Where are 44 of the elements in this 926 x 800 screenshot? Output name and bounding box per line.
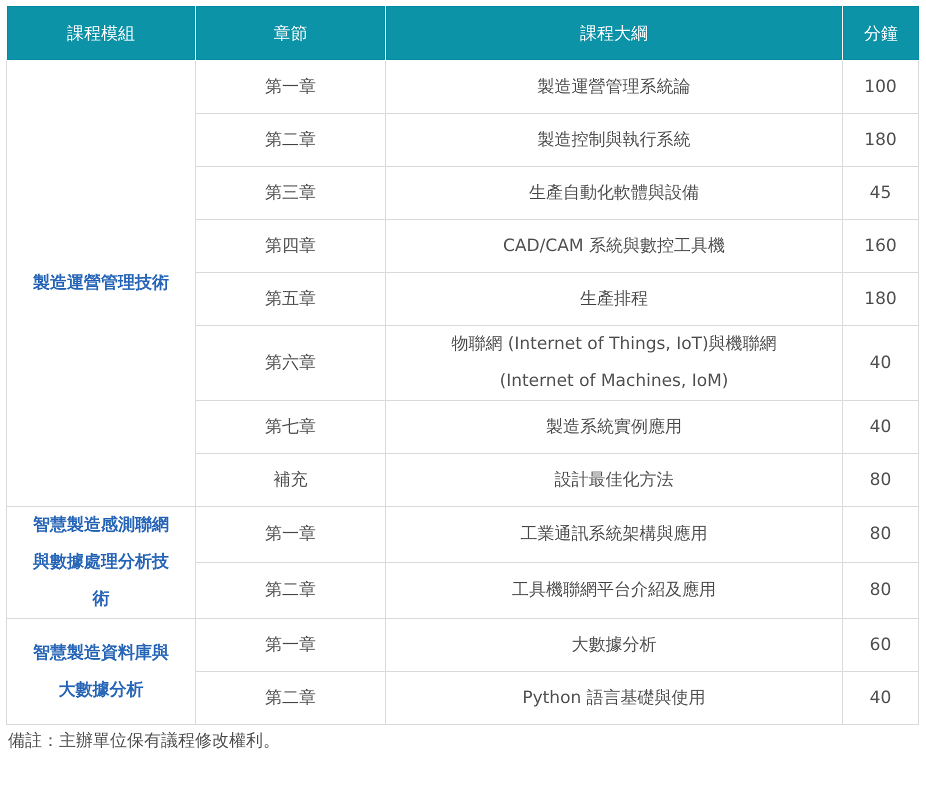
table-cell: 生產排程 [580, 288, 648, 308]
table-cell: 60 [842, 618, 918, 672]
table-cell: 第七章 [196, 400, 386, 454]
table-cell: 製造控制與執行系統 [538, 130, 690, 150]
module-name: 製造運營管理技術 [33, 273, 169, 293]
table-cell: 工具機聯網平台介紹及應用 [512, 580, 716, 600]
table-cell: 40 [842, 400, 918, 454]
table-cell: 生產自動化軟體與設備 [529, 182, 699, 202]
table-cell: 製造系統實例應用 [546, 416, 682, 436]
table-cell: 45 [842, 166, 918, 220]
table-cell: 物聯網 (Internet of Things, IoT)與機聯網 (Internet of Machines, IoM) [451, 334, 777, 391]
table-cell: CAD/CAM 系統與數控工具機 [503, 236, 725, 256]
module-name: 智慧製造資料庫與大數據分析 [33, 642, 169, 700]
table-cell: 第五章 [196, 272, 386, 326]
table-cell: 第一章 [196, 60, 386, 114]
table-cell: 80 [842, 506, 918, 562]
table-cell: 大數據分析 [572, 634, 656, 654]
table-cell: 設計最佳化方法 [554, 470, 674, 490]
table-cell: 40 [842, 326, 918, 400]
table-cell: 第一章 [196, 506, 386, 562]
table-cell: 80 [842, 454, 918, 506]
table-cell: 180 [842, 114, 918, 166]
column-header: 課程模組 [6, 6, 196, 60]
table-cell: 第一章 [196, 618, 386, 672]
table-cell: Python 語言基礎與使用 [522, 688, 706, 708]
table-cell: 40 [842, 672, 918, 724]
footnote: 備註：主辦單位保有議程修改權利。 [8, 731, 280, 751]
table-cell: 第六章 [196, 326, 386, 400]
table-cell: 補充 [196, 454, 386, 506]
column-header: 章節 [196, 6, 386, 60]
table-cell: 第三章 [196, 166, 386, 220]
table-cell: 180 [842, 272, 918, 326]
table-cell: 第二章 [196, 114, 386, 166]
table-cell: 製造運營管理系統論 [538, 76, 690, 96]
table-cell: 160 [842, 220, 918, 272]
column-header: 課程大綱 [386, 6, 842, 60]
table-cell: 第四章 [196, 220, 386, 272]
table-cell: 工業通訊系統架構與應用 [520, 524, 708, 544]
table-cell: 第二章 [196, 562, 386, 618]
table-cell: 第二章 [196, 672, 386, 724]
column-header: 分鐘 [842, 6, 918, 60]
table-cell: 100 [842, 60, 918, 114]
module-name: 智慧製造感測聯網與數據處理分析技術 [33, 515, 169, 609]
table-cell: 80 [842, 562, 918, 618]
